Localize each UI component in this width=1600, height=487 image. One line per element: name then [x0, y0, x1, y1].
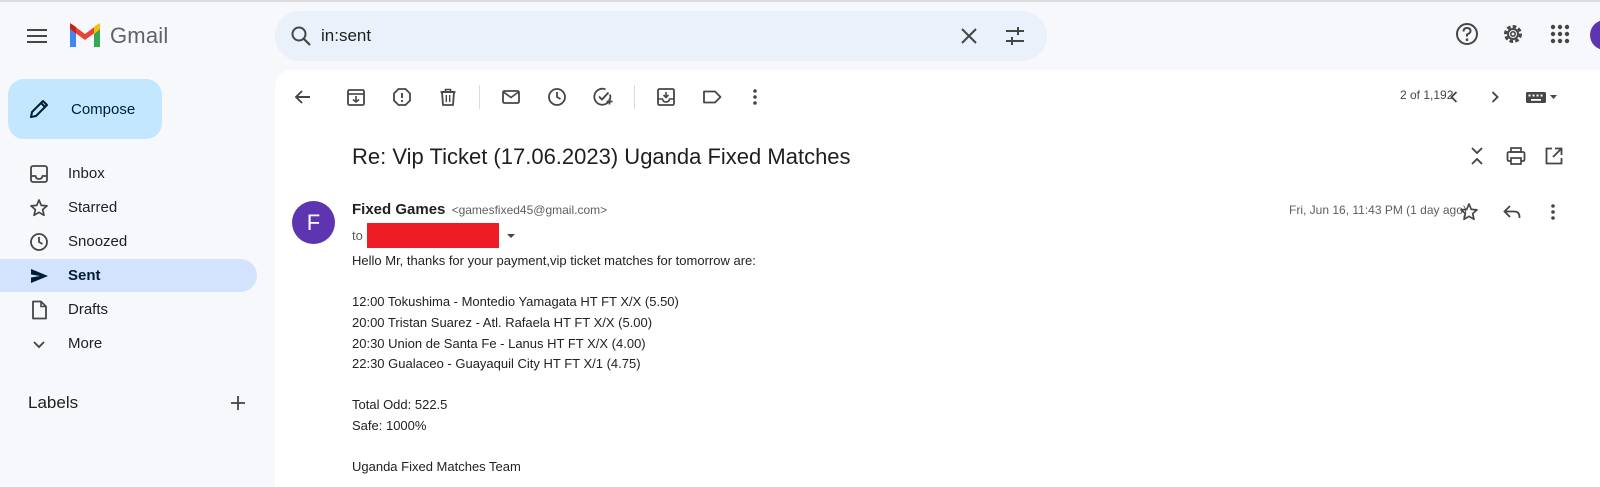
sidebar-item-label: Starred [68, 199, 118, 216]
search-bar[interactable]: in:sent [275, 11, 1047, 61]
redacted-recipient [366, 223, 499, 248]
sidebar-item-more[interactable]: More [0, 327, 257, 360]
body-match-line: 22:30 Gualaceo - Guayaquil City HT FT X/… [352, 356, 641, 371]
more-vert-icon[interactable] [744, 86, 766, 108]
snooze-clock-icon[interactable] [546, 86, 568, 108]
message-more-vert-icon[interactable] [1542, 201, 1564, 223]
sidebar-item-label: More [68, 335, 103, 352]
report-spam-icon[interactable] [391, 86, 413, 108]
add-to-tasks-icon[interactable] [592, 86, 614, 108]
labels-heading: Labels [28, 393, 79, 412]
app-name: Gmail [110, 23, 169, 48]
sender-info: Fixed Games <gamesfixed45@gmail.com> [352, 201, 607, 218]
sidebar-item-drafts[interactable]: Drafts [0, 293, 257, 326]
compose-button[interactable]: Compose [8, 79, 162, 139]
clear-search-icon[interactable] [957, 24, 981, 48]
mark-unread-icon[interactable] [500, 86, 522, 108]
body-match-line: 20:30 Union de Santa Fe - Lanus HT FT X/… [352, 336, 646, 351]
sidebar-item-label: Sent [68, 267, 101, 284]
inbox-icon [28, 163, 50, 185]
recipient-details-caret-icon[interactable] [505, 230, 517, 242]
account-avatar[interactable] [1590, 20, 1600, 50]
body-greeting: Hello Mr, thanks for your payment,vip ti… [352, 253, 756, 268]
email-subject: Re: Vip Ticket (17.06.2023) Uganda Fixed… [352, 144, 851, 169]
gmail-m-icon [70, 23, 100, 47]
search-icon[interactable] [289, 24, 313, 48]
sidebar-item-label: Inbox [68, 165, 105, 182]
apps-grid-icon[interactable] [1547, 21, 1573, 47]
newer-chevron-left-icon[interactable] [1443, 86, 1465, 108]
settings-gear-icon[interactable] [1500, 21, 1526, 47]
body-match-line: 12:00 Tokushima - Montedio Yamagata HT F… [352, 294, 679, 309]
gmail-logo[interactable]: Gmail [68, 20, 168, 52]
sidebar-item-sent[interactable]: Sent [0, 259, 257, 292]
sidebar-item-label: Snoozed [68, 233, 128, 250]
body-match-line: 20:00 Tristan Suarez - Atl. Rafaela HT F… [352, 315, 653, 330]
compose-label: Compose [71, 100, 136, 118]
send-icon [28, 265, 50, 287]
main-menu-button[interactable] [22, 21, 52, 51]
toolbar-divider [479, 85, 480, 109]
move-to-icon[interactable] [655, 86, 677, 108]
sender-name[interactable]: Fixed Games [352, 201, 445, 218]
open-new-window-icon[interactable] [1543, 145, 1565, 167]
body-total-odd: Total Odd: 522.5 [352, 397, 448, 412]
body-safe: Safe: 1000% [352, 418, 427, 433]
email-date: Fri, Jun 16, 11:43 PM (1 day ago) [1289, 203, 1467, 217]
collapse-all-icon[interactable] [1466, 145, 1488, 167]
add-label-icon[interactable] [226, 391, 250, 415]
search-input[interactable]: in:sent [321, 26, 371, 46]
to-label: to [352, 228, 363, 243]
sender-email: <gamesfixed45@gmail.com> [451, 203, 608, 217]
chevron-down-icon [28, 333, 50, 355]
draft-icon [28, 299, 50, 321]
sender-avatar[interactable]: F [292, 201, 335, 244]
pencil-icon [27, 97, 51, 121]
sidebar-item-inbox[interactable]: Inbox [0, 157, 257, 190]
older-chevron-right-icon[interactable] [1484, 86, 1506, 108]
sidebar-item-starred[interactable]: Starred [0, 191, 257, 224]
trash-icon[interactable] [437, 86, 459, 108]
star-icon [28, 197, 50, 219]
recipient-line: to [352, 223, 517, 248]
hamburger-icon [27, 29, 47, 43]
star-icon[interactable] [1458, 201, 1480, 223]
toolbar-divider [634, 85, 635, 109]
input-tools-keyboard-icon[interactable] [1525, 86, 1565, 108]
sidebar-item-snoozed[interactable]: Snoozed [0, 225, 257, 258]
reply-icon[interactable] [1501, 201, 1523, 223]
message-pane: 2 of 1,192 Re: Vip Ticket (17.06.2023) U… [275, 70, 1600, 487]
archive-icon[interactable] [345, 86, 367, 108]
sidebar-item-label: Drafts [68, 301, 109, 318]
print-icon[interactable] [1505, 145, 1527, 167]
help-icon[interactable] [1454, 21, 1480, 47]
back-arrow-icon[interactable] [292, 86, 314, 108]
label-tag-icon[interactable] [701, 86, 723, 108]
body-signature: Uganda Fixed Matches Team [352, 459, 521, 474]
clock-icon [28, 231, 50, 253]
top-border [0, 0, 1600, 2]
search-options-icon[interactable] [1003, 24, 1027, 48]
